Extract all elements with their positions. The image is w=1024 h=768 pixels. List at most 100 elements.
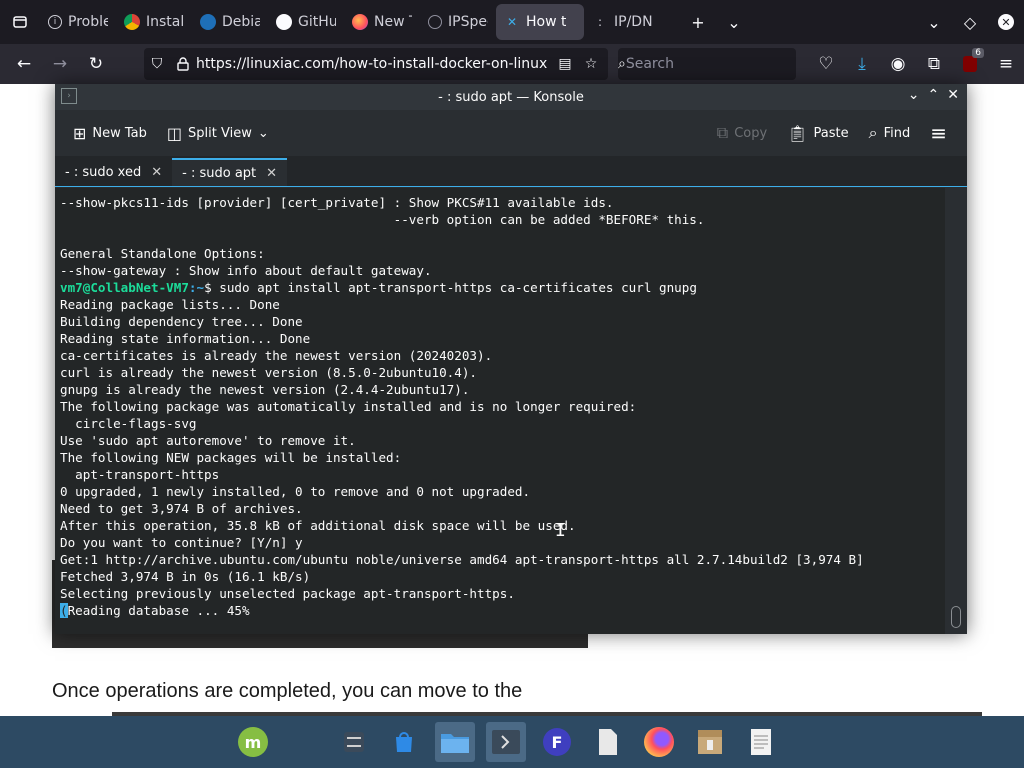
- minimize-chevron-icon[interactable]: ⌄: [916, 4, 952, 40]
- close-icon[interactable]: ✕: [947, 87, 959, 103]
- browser-tab-label: IP/DNS: [614, 14, 652, 30]
- settings-icon[interactable]: [334, 722, 374, 762]
- github-icon: [276, 14, 292, 30]
- software-store-icon[interactable]: [384, 722, 424, 762]
- browser-tab[interactable]: i Problem: [40, 4, 116, 40]
- browser-tab[interactable]: : IP/DNS: [584, 4, 660, 40]
- taskbar: m F: [0, 716, 1024, 768]
- browser-tab[interactable]: Debian: [192, 4, 268, 40]
- ublock-icon[interactable]: 6: [952, 46, 988, 82]
- chevron-down-icon: ⌄: [257, 125, 269, 141]
- new-tab-icon: ⊞: [73, 123, 87, 143]
- pocket-icon[interactable]: ♡: [808, 46, 844, 82]
- konsole-title-bar[interactable]: › - : sudo apt — Konsole ⌄ ⌃ ✕: [55, 84, 967, 110]
- info-icon: i: [48, 15, 62, 29]
- new-tab-label: New Tab: [92, 125, 147, 141]
- search-icon: ⌕: [618, 56, 626, 72]
- browser-tab-label: Install S: [146, 14, 184, 30]
- menu-hamburger-icon[interactable]: ≡: [988, 46, 1024, 82]
- ibeam-cursor-icon: I: [555, 520, 566, 541]
- terminal-last-line: Reading database ... 45%: [67, 603, 250, 618]
- browser-tab[interactable]: Install S: [116, 4, 192, 40]
- extensions-puzzle-icon[interactable]: ⧉: [916, 46, 952, 82]
- find-label: Find: [883, 125, 911, 141]
- browser-toolbar-right: ♡ ⤓ ◉ ⧉ 6 ≡: [808, 44, 1024, 84]
- konsole-tab-active[interactable]: - : sudo apt ✕: [172, 158, 288, 186]
- close-window-icon[interactable]: ✕: [988, 4, 1024, 40]
- browser-tab[interactable]: GitHub: [268, 4, 344, 40]
- forward-arrow-icon[interactable]: →: [42, 46, 78, 82]
- blank-doc-icon[interactable]: [588, 722, 628, 762]
- terminal-output[interactable]: --show-pkcs11-ids [provider] [cert_priva…: [55, 188, 945, 634]
- browser-tab-strip: i Problem Install S Debian GitHub New Ta…: [0, 0, 1024, 44]
- konsole-app-icon: ›: [61, 88, 77, 104]
- dns-icon: :: [597, 15, 603, 29]
- search-placeholder: Search: [625, 56, 674, 72]
- fluent-icon[interactable]: F: [537, 722, 577, 762]
- scrollbar-thumb[interactable]: [951, 606, 961, 628]
- konsole-tab-label: - : sudo apt: [182, 165, 257, 181]
- search-bar[interactable]: ⌕ Search: [618, 48, 796, 80]
- text-editor-icon[interactable]: [741, 722, 781, 762]
- files-icon[interactable]: [435, 722, 475, 762]
- copy-icon: ⧉: [716, 123, 729, 142]
- prompt-user: vm7@CollabNet-VM7: [60, 280, 189, 295]
- close-tab-icon[interactable]: ✕: [266, 166, 277, 181]
- konsole-tab-bar: - : sudo xed ✕ - : sudo apt ✕: [55, 156, 967, 187]
- archive-icon[interactable]: [690, 722, 730, 762]
- paste-button[interactable]: 📋︎ Paste: [777, 117, 858, 149]
- terminal-lines-after: Reading package lists... Done Building d…: [60, 297, 864, 601]
- terminal-icon[interactable]: [486, 722, 526, 762]
- split-view-label: Split View: [188, 125, 252, 141]
- browser-tab-label: IPSpee: [448, 14, 488, 30]
- tab-list-chevron-icon[interactable]: ⌄: [716, 4, 752, 40]
- terminal-lines-before: --show-pkcs11-ids [provider] [cert_priva…: [60, 195, 705, 278]
- copy-button[interactable]: ⧉ Copy: [707, 117, 777, 149]
- konsole-toolbar: ⊞ New Tab ◫ Split View ⌄ ⧉ Copy 📋︎ Paste…: [55, 110, 967, 156]
- window-title: - : sudo apt — Konsole: [438, 89, 584, 105]
- shield-icon[interactable]: ⛉: [144, 56, 170, 72]
- linuxiac-icon: ✕: [506, 15, 518, 29]
- maximize-diamond-icon[interactable]: ◇: [952, 4, 988, 40]
- hamburger-menu-button[interactable]: ≡: [920, 117, 957, 149]
- firefox-icon[interactable]: [639, 722, 679, 762]
- browser-tab-label: Problem: [68, 14, 108, 30]
- paste-label: Paste: [813, 125, 849, 141]
- browser-tab[interactable]: IPSpee: [420, 4, 496, 40]
- url-text[interactable]: https://linuxiac.com/how-to-install-dock…: [196, 56, 552, 72]
- new-tab-button[interactable]: ⊞ New Tab: [63, 117, 157, 149]
- linux-mint-menu-icon[interactable]: m: [233, 722, 273, 762]
- close-tab-icon[interactable]: ✕: [151, 165, 162, 180]
- browser-tab[interactable]: New Ta: [344, 4, 420, 40]
- prompt-path: :~: [188, 280, 205, 295]
- extension-badge: 6: [972, 48, 984, 58]
- minimize-icon[interactable]: ⌄: [908, 87, 920, 103]
- paste-icon: 📋︎: [787, 123, 808, 143]
- reload-icon[interactable]: ↻: [78, 46, 114, 82]
- browser-tab-label: How t: [526, 14, 567, 30]
- tab-overview-icon[interactable]: [0, 4, 40, 40]
- url-bar[interactable]: ⛉ https://linuxiac.com/how-to-install-do…: [144, 48, 608, 80]
- reader-view-icon[interactable]: ▤: [552, 56, 578, 72]
- search-icon: ⌕: [868, 123, 878, 142]
- bookmark-star-icon[interactable]: ☆: [578, 56, 604, 72]
- downloads-icon[interactable]: ⤓: [844, 46, 880, 82]
- copy-label: Copy: [734, 125, 768, 141]
- back-arrow-icon[interactable]: ←: [6, 46, 42, 82]
- terminal-command: $ sudo apt install apt-transport-https c…: [204, 280, 697, 295]
- speed-icon: [428, 15, 442, 29]
- konsole-tab[interactable]: - : sudo xed ✕: [55, 158, 172, 186]
- browser-tab-label: GitHub: [298, 14, 336, 30]
- lock-icon[interactable]: [170, 57, 196, 71]
- split-view-button[interactable]: ◫ Split View ⌄: [157, 117, 279, 149]
- terminal-scrollbar[interactable]: [945, 188, 967, 634]
- chrome-like-icon: [124, 14, 140, 30]
- find-button[interactable]: ⌕ Find: [859, 117, 921, 149]
- konsole-tab-label: - : sudo xed: [65, 164, 142, 180]
- browser-tab-active[interactable]: ✕ How t: [496, 4, 584, 40]
- konsole-window: › - : sudo apt — Konsole ⌄ ⌃ ✕ ⊞ New Tab…: [55, 84, 967, 634]
- account-icon[interactable]: ◉: [880, 46, 916, 82]
- new-tab-plus-icon[interactable]: +: [680, 4, 716, 40]
- terminal-cursor: (: [60, 603, 68, 618]
- maximize-icon[interactable]: ⌃: [928, 87, 940, 103]
